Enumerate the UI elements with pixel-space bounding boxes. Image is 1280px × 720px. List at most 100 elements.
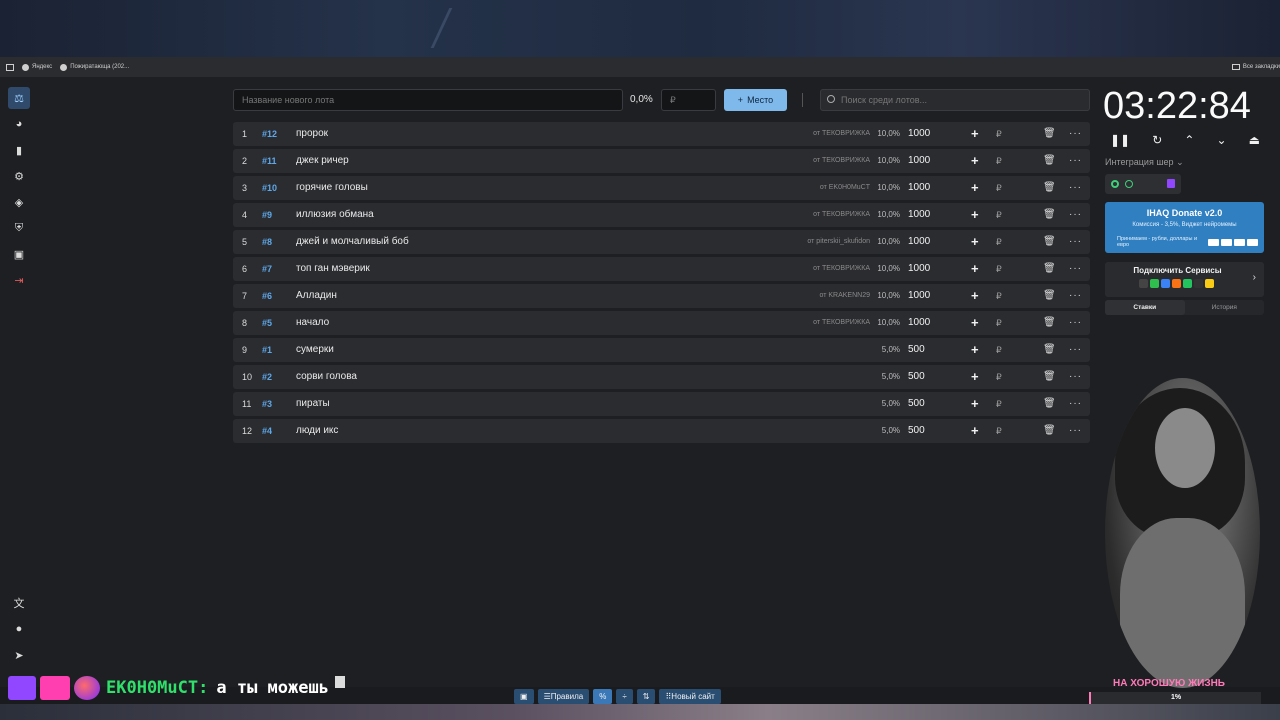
ruble-icon[interactable]: ₽	[996, 284, 1002, 308]
trash-icon[interactable]: 🗑	[1043, 176, 1056, 200]
lot-name[interactable]: горячие головы	[296, 176, 368, 200]
wheel-icon[interactable]: ◕	[8, 113, 30, 135]
apps-icon[interactable]	[6, 63, 14, 71]
pause-icon[interactable]: ❚❚	[1110, 133, 1130, 147]
lot-name[interactable]: пираты	[296, 392, 330, 416]
search-input[interactable]: Поиск среди лотов...	[820, 89, 1090, 111]
more-icon[interactable]: ···	[1069, 176, 1082, 200]
add-place-button[interactable]: + Место	[724, 89, 787, 111]
lot-row[interactable]: 8 #5 начало от ТЕКОВРИЖКА 10,0% 1000 + ₽ 🗑 ···	[233, 311, 1090, 335]
plus-icon[interactable]: +	[971, 122, 979, 146]
lot-name[interactable]: джек ричер	[296, 149, 349, 173]
plus-icon[interactable]: +	[971, 203, 979, 227]
plus-icon[interactable]: +	[971, 365, 979, 389]
ruble-icon[interactable]: ₽	[996, 176, 1002, 200]
save-icon[interactable]: ▣	[514, 689, 534, 704]
plus-icon[interactable]: +	[971, 230, 979, 254]
plus-icon[interactable]: +	[971, 338, 979, 362]
trash-icon[interactable]: 🗑	[1043, 122, 1056, 146]
telegram-icon[interactable]: ➤	[8, 644, 30, 666]
lot-name-input[interactable]: Название нового лота	[233, 89, 623, 111]
more-icon[interactable]: ···	[1069, 149, 1082, 173]
shield-icon[interactable]: ⛨	[8, 217, 30, 239]
more-icon[interactable]: ···	[1069, 392, 1082, 416]
lot-amount[interactable]: 1000	[908, 230, 930, 254]
layers-icon[interactable]: ◈	[8, 191, 30, 213]
logout-icon[interactable]: ⇥	[8, 269, 30, 291]
more-icon[interactable]: ···	[1069, 311, 1082, 335]
connect-services-card[interactable]: Подключить Сервисы ›	[1105, 262, 1264, 297]
lot-name[interactable]: люди икс	[296, 419, 338, 443]
divide-icon[interactable]: ÷	[616, 689, 633, 704]
integration-card[interactable]	[1105, 174, 1181, 194]
ruble-icon[interactable]: ₽	[996, 311, 1002, 335]
lot-amount[interactable]: 1000	[908, 149, 930, 173]
lot-name[interactable]: топ ган мэверик	[296, 257, 370, 281]
lot-name[interactable]: Алладин	[296, 284, 337, 308]
lot-name[interactable]: сорви голова	[296, 365, 357, 389]
plus-icon[interactable]: +	[971, 149, 979, 173]
all-bookmarks[interactable]: Все закладки	[1231, 64, 1280, 70]
more-icon[interactable]: ···	[1069, 284, 1082, 308]
trash-icon[interactable]: 🗑	[1043, 311, 1056, 335]
more-icon[interactable]: ···	[1069, 230, 1082, 254]
stats-icon[interactable]: ▮	[8, 139, 30, 161]
trash-icon[interactable]: 🗑	[1043, 419, 1056, 443]
more-icon[interactable]: ···	[1069, 203, 1082, 227]
trash-icon[interactable]: 🗑	[1043, 230, 1056, 254]
lot-amount[interactable]: 500	[908, 392, 925, 416]
lot-row[interactable]: 5 #8 джей и молчаливый боб от piterskii_sku…	[233, 230, 1090, 254]
rules-button[interactable]: ☰ Правила	[537, 689, 590, 704]
lot-name[interactable]: джей и молчаливый боб	[296, 230, 409, 254]
chevron-up-icon[interactable]: ⌃	[1184, 133, 1194, 147]
lot-amount[interactable]: 1000	[908, 176, 930, 200]
ruble-icon[interactable]: ₽	[996, 365, 1002, 389]
lot-row[interactable]: 10 #2 сорви голова 5,0% 500 + ₽ 🗑 ···	[233, 365, 1090, 389]
more-icon[interactable]: ···	[1069, 365, 1082, 389]
lot-row[interactable]: 12 #4 люди икс 5,0% 500 + ₽ 🗑 ···	[233, 419, 1090, 443]
more-icon[interactable]: ···	[1069, 338, 1082, 362]
trash-icon[interactable]: 🗑	[1043, 149, 1056, 173]
lot-amount[interactable]: 1000	[908, 203, 930, 227]
plus-icon[interactable]: +	[971, 176, 979, 200]
ruble-icon[interactable]: ₽	[996, 203, 1002, 227]
github-icon[interactable]: ●	[8, 618, 30, 640]
plus-icon[interactable]: +	[971, 257, 979, 281]
lot-amount[interactable]: 500	[908, 338, 925, 362]
percent-icon[interactable]: %	[593, 689, 613, 704]
bookmark-yandex[interactable]: Яндекс	[22, 63, 52, 71]
lot-amount[interactable]: 1000	[908, 284, 930, 308]
integration-dropdown[interactable]: Интеграция шер ⌄	[1105, 157, 1184, 168]
tab-bets[interactable]: Ставки	[1105, 300, 1185, 315]
lot-name[interactable]: сумерки	[296, 338, 334, 362]
auction-icon[interactable]: ⚖	[8, 87, 30, 109]
lot-row[interactable]: 11 #3 пираты 5,0% 500 + ₽ 🗑 ···	[233, 392, 1090, 416]
new-site-button[interactable]: ⠿ Новый сайт	[659, 689, 721, 704]
trash-icon[interactable]: 🗑	[1043, 365, 1056, 389]
lot-amount[interactable]: 500	[908, 365, 925, 389]
trash-icon[interactable]: 🗑	[1043, 257, 1056, 281]
trash-icon[interactable]: 🗑	[1043, 203, 1056, 227]
plus-icon[interactable]: +	[971, 284, 979, 308]
lot-row[interactable]: 7 #6 Алладин от KRAKENN29 10,0% 1000 + ₽ 🗑 ···	[233, 284, 1090, 308]
trash-icon[interactable]: 🗑	[1043, 284, 1056, 308]
translate-icon[interactable]: 文	[8, 592, 30, 614]
plus-icon[interactable]: +	[971, 392, 979, 416]
plus-icon[interactable]: +	[971, 311, 979, 335]
lot-amount[interactable]: 1000	[908, 122, 930, 146]
lot-name[interactable]: иллюзия обмана	[296, 203, 374, 227]
chevron-down-icon[interactable]: ⌄	[1216, 133, 1226, 147]
lot-row[interactable]: 9 #1 сумерки 5,0% 500 + ₽ 🗑 ···	[233, 338, 1090, 362]
lot-amount[interactable]: 500	[908, 419, 925, 443]
ruble-icon[interactable]: ₽	[996, 338, 1002, 362]
ruble-icon[interactable]: ₽	[996, 149, 1002, 173]
more-icon[interactable]: ···	[1069, 419, 1082, 443]
lot-name[interactable]: начало	[296, 311, 329, 335]
trash-icon[interactable]: 🗑	[1043, 338, 1056, 362]
ihaq-donate-card[interactable]: IHAQ Donate v2.0 Комиссия - 3,5%, Виджет…	[1105, 202, 1264, 253]
lot-row[interactable]: 3 #10 горячие головы от EK0H0MuCT 10,0% 1000 +…	[233, 176, 1090, 200]
lot-row[interactable]: 1 #12 пророк от ТЕКОВРИЖКА 10,0% 1000 + ₽ 🗑 ···	[233, 122, 1090, 146]
lot-row[interactable]: 4 #9 иллюзия обмана от ТЕКОВРИЖКА 10,0% 1000 +…	[233, 203, 1090, 227]
trash-icon[interactable]: 🗑	[1043, 392, 1056, 416]
ruble-icon[interactable]: ₽	[996, 257, 1002, 281]
